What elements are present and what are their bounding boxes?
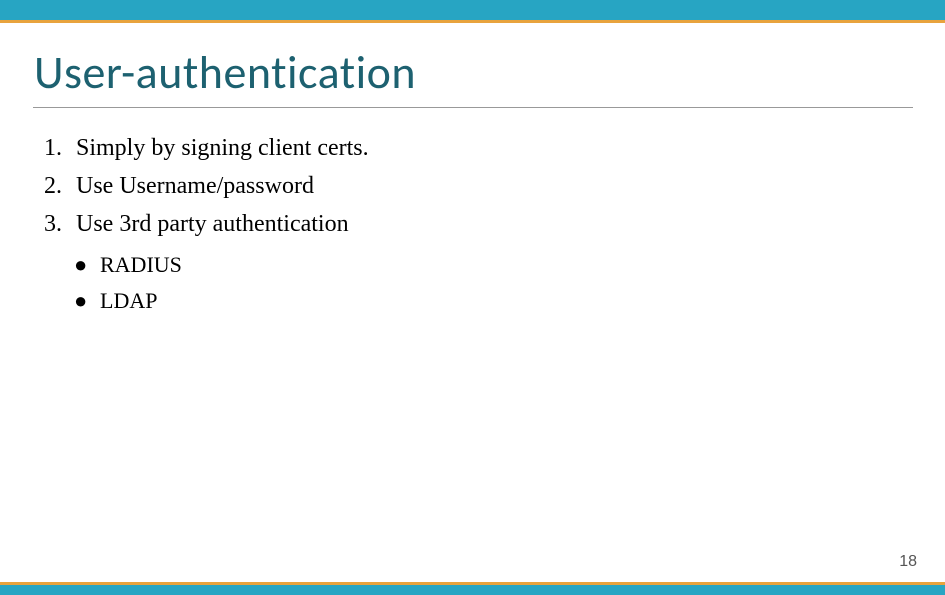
- list-number: 3.: [44, 206, 76, 242]
- list-item: 2. Use Username/password: [44, 168, 369, 204]
- list-number: 1.: [44, 130, 76, 166]
- slide-title: User-authentication: [34, 45, 416, 101]
- sub-list-text: LDAP: [100, 284, 157, 317]
- slide-content: 1. Simply by signing client certs. 2. Us…: [44, 130, 369, 320]
- sub-list: ● RADIUS ● LDAP: [74, 248, 369, 317]
- list-number: 2.: [44, 168, 76, 204]
- list-text: Simply by signing client certs.: [76, 130, 369, 166]
- top-accent-bar-cyan: [0, 0, 945, 20]
- title-underline: [33, 107, 913, 108]
- sub-list-item: ● LDAP: [74, 284, 369, 317]
- sub-list-text: RADIUS: [100, 248, 182, 281]
- sub-list-item: ● RADIUS: [74, 248, 369, 281]
- list-item: 3. Use 3rd party authentication: [44, 206, 369, 242]
- list-item: 1. Simply by signing client certs.: [44, 130, 369, 166]
- list-text: Use Username/password: [76, 168, 314, 204]
- top-accent-bar-orange: [0, 20, 945, 23]
- bottom-accent-bar-cyan: [0, 585, 945, 595]
- bullet-icon: ●: [74, 248, 100, 281]
- bullet-icon: ●: [74, 284, 100, 317]
- page-number: 18: [899, 553, 917, 571]
- list-text: Use 3rd party authentication: [76, 206, 349, 242]
